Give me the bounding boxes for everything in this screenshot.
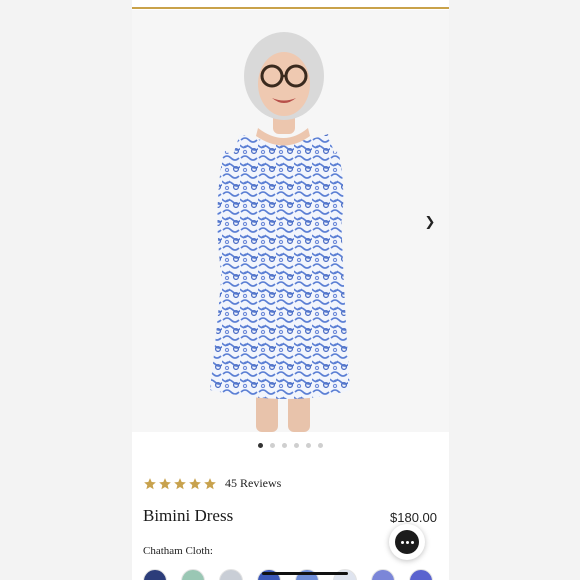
header-divider bbox=[132, 7, 449, 9]
pagination-dot[interactable] bbox=[258, 443, 263, 448]
star-icon bbox=[189, 477, 201, 489]
chevron-right-icon[interactable]: ❯ bbox=[424, 215, 436, 229]
swatch-navy-print[interactable] bbox=[143, 569, 167, 580]
product-photo bbox=[132, 10, 449, 432]
star-rating bbox=[143, 477, 217, 491]
pagination-dot[interactable] bbox=[306, 443, 311, 448]
product-page: ❯ 45 Reviews Bimini Dress $180.00 Chatha… bbox=[132, 0, 449, 580]
pagination-dot[interactable] bbox=[294, 443, 299, 448]
left-backdrop bbox=[0, 0, 132, 580]
gallery-pagination bbox=[132, 443, 449, 448]
pagination-dot[interactable] bbox=[318, 443, 323, 448]
swatch-grey-print[interactable] bbox=[219, 569, 243, 580]
swatch-green-print[interactable] bbox=[181, 569, 205, 580]
star-icon bbox=[159, 477, 171, 489]
pagination-dot[interactable] bbox=[270, 443, 275, 448]
home-indicator bbox=[262, 572, 348, 575]
star-icon bbox=[204, 477, 216, 489]
pagination-dot[interactable] bbox=[282, 443, 287, 448]
rating-summary[interactable]: 45 Reviews bbox=[143, 476, 281, 491]
reviews-link[interactable]: 45 Reviews bbox=[225, 476, 281, 491]
product-image-gallery[interactable]: ❯ bbox=[132, 10, 449, 432]
product-title: Bimini Dress bbox=[143, 506, 234, 525]
swatch-label: Chatham Cloth: bbox=[143, 545, 213, 557]
chat-bubble-icon bbox=[395, 530, 419, 554]
product-price: $180.00 bbox=[390, 510, 437, 525]
chat-button[interactable] bbox=[389, 524, 425, 560]
star-icon bbox=[174, 477, 186, 489]
star-icon bbox=[144, 477, 156, 489]
swatch-royal-print[interactable] bbox=[409, 569, 433, 580]
right-backdrop bbox=[449, 0, 580, 580]
swatch-periwinkle-print[interactable] bbox=[371, 569, 395, 580]
